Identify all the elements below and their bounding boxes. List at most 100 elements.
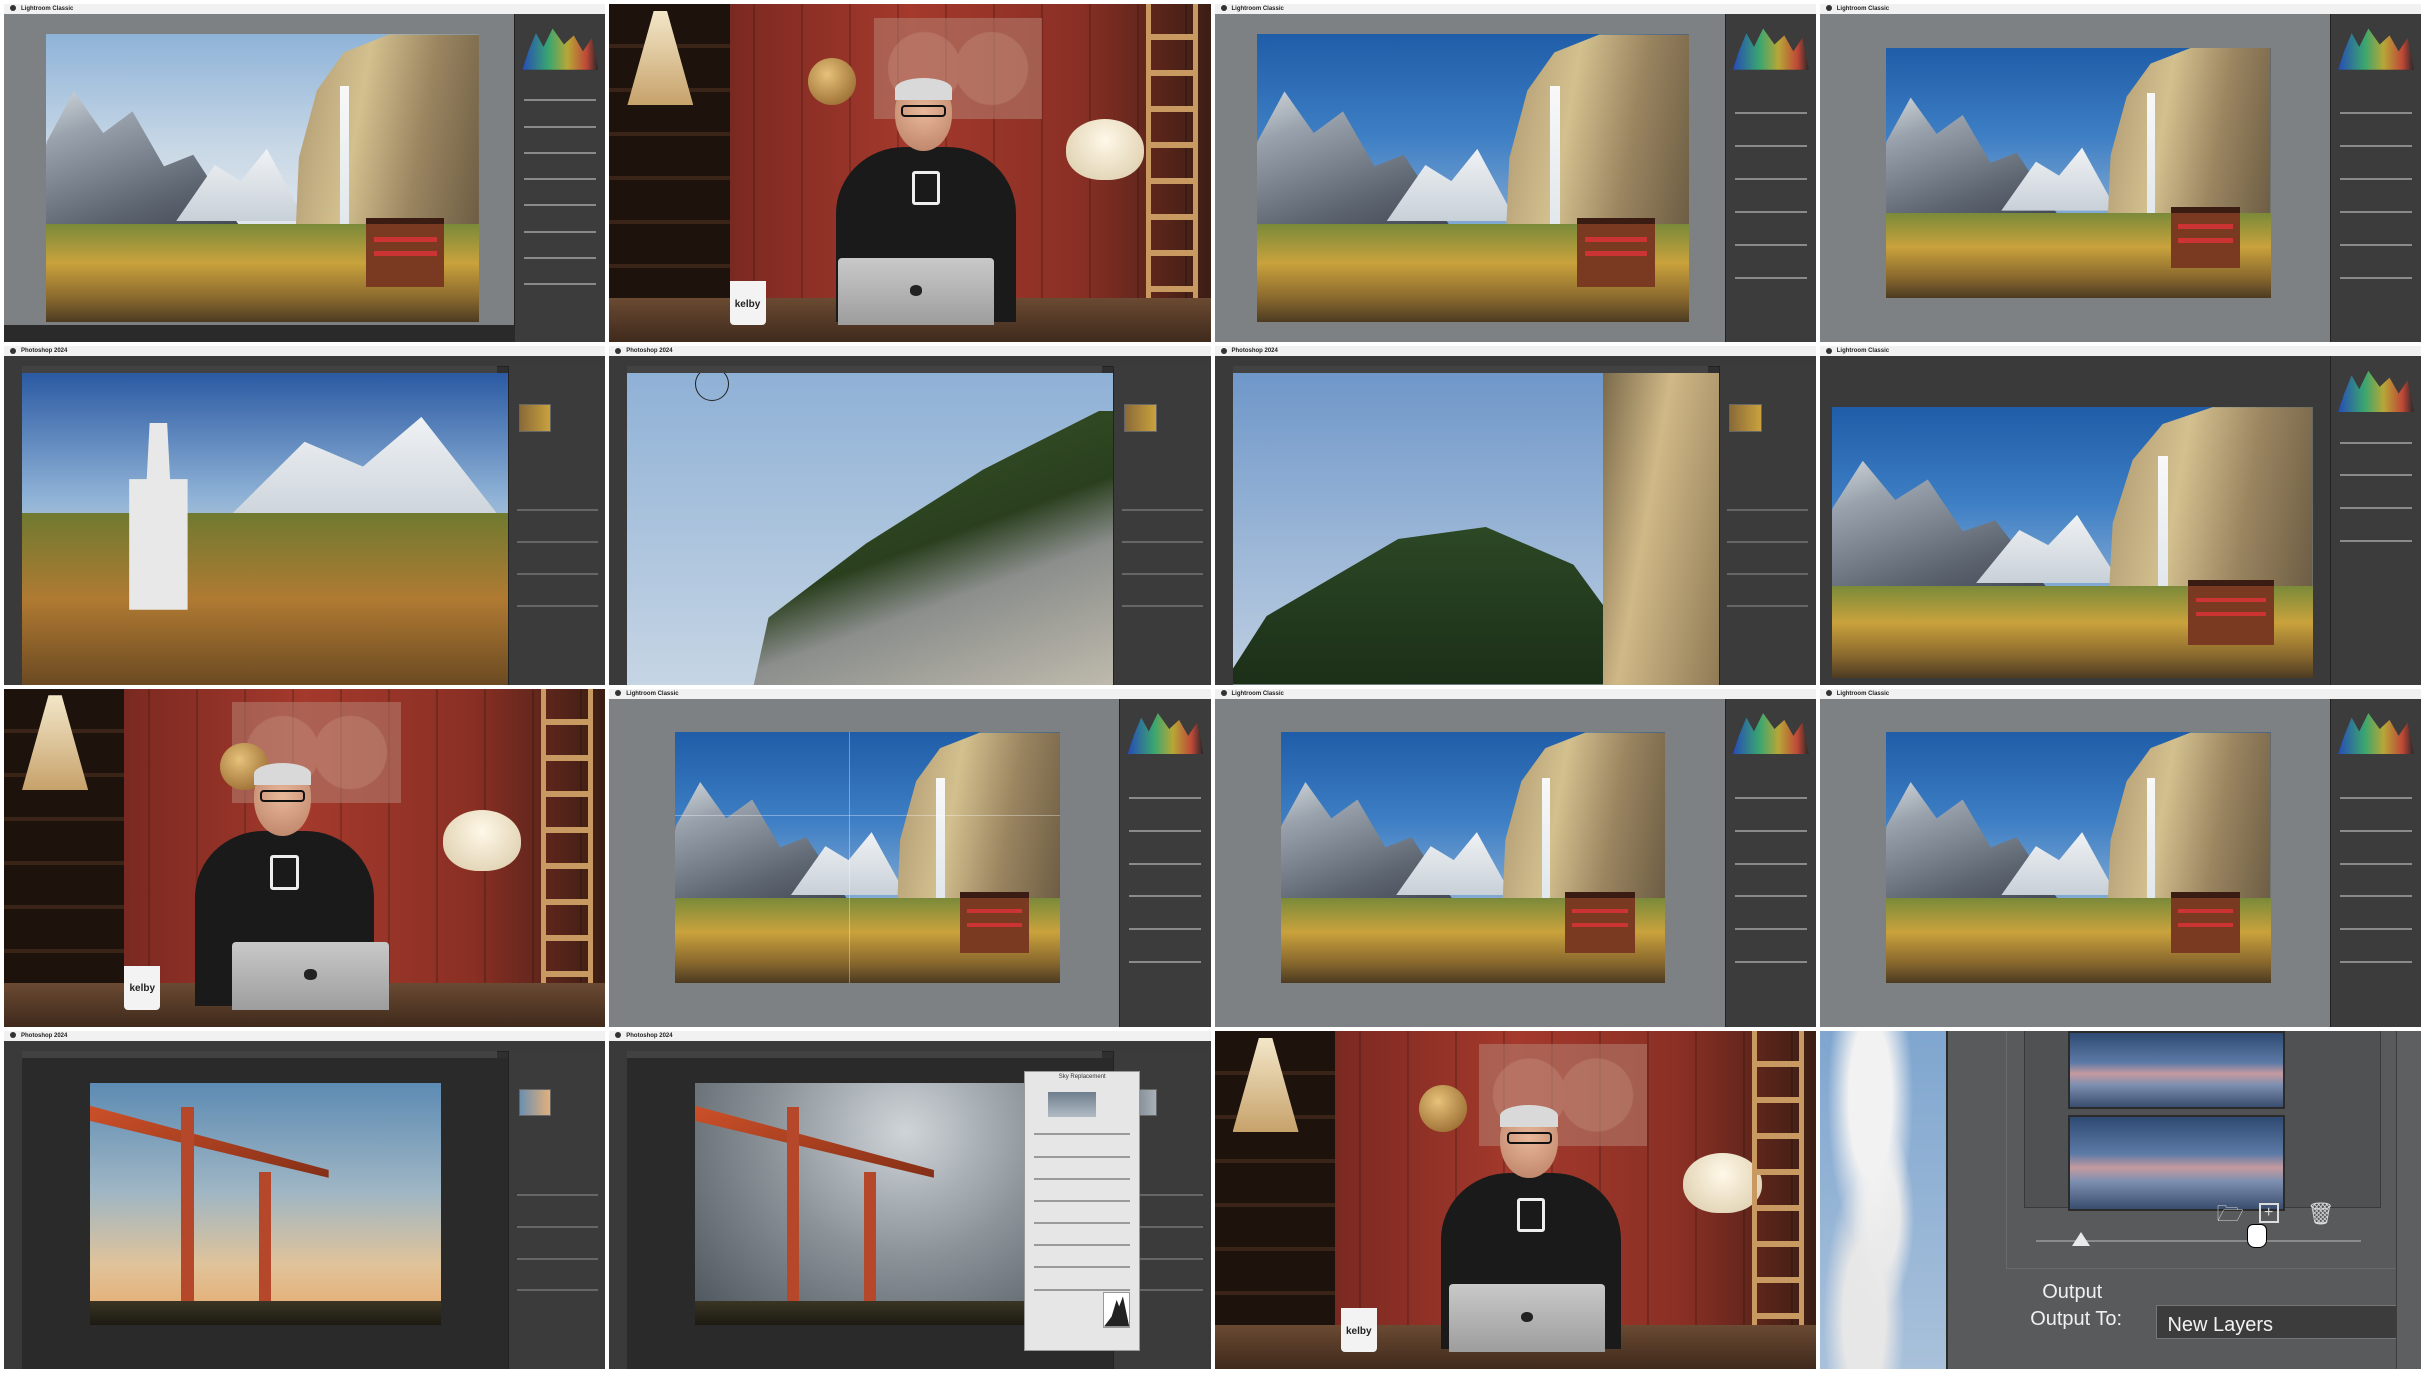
mug-label: kelby: [734, 298, 761, 310]
apple-icon[interactable]: [1825, 689, 1832, 696]
tile-lightroom-develop-3[interactable]: Lightroom Classic: [1819, 4, 2421, 343]
layers-panel[interactable]: [1113, 366, 1211, 685]
develop-panel[interactable]: [2329, 698, 2421, 1027]
canvas[interactable]: [22, 373, 510, 685]
app-name[interactable]: Lightroom Classic: [626, 691, 678, 697]
tile-photoshop-bridge-2[interactable]: Photoshop 2024 Sky Replacement: [609, 1030, 1211, 1369]
video-thumbnail-grid: Lightroom Classic kelby Lightroom Classi…: [0, 0, 2425, 1373]
tools-panel[interactable]: [4, 366, 23, 685]
tile-zoomed-sky-panel[interactable]: 🗁 + 🗑 Output Output To: New Layers: [1819, 1030, 2421, 1369]
mug-label: kelby: [1345, 1325, 1372, 1337]
layers-panel[interactable]: [508, 366, 606, 685]
develop-panel[interactable]: [1119, 698, 1211, 1027]
output-to-select[interactable]: New Layers: [2156, 1304, 2421, 1339]
landscape-photo: [1885, 47, 2271, 299]
app-name[interactable]: Photoshop 2024: [626, 1033, 672, 1039]
tile-lightroom-develop-4[interactable]: Lightroom Classic: [1819, 346, 2421, 685]
apple-icon[interactable]: [1825, 5, 1832, 12]
menu-bar: Photoshop 2024: [609, 346, 1211, 357]
tools-panel[interactable]: [609, 366, 628, 685]
document-tab[interactable]: [1232, 366, 1708, 374]
apple-icon[interactable]: [615, 689, 622, 696]
document-tab[interactable]: [627, 366, 1103, 374]
tile-photoshop-3[interactable]: Photoshop 2024: [1214, 346, 1816, 685]
sky-replacement-dialog[interactable]: Sky Replacement: [1024, 1071, 1141, 1351]
app-name[interactable]: Photoshop 2024: [626, 348, 672, 354]
app-name[interactable]: Lightroom Classic: [1837, 6, 1889, 12]
document-tab[interactable]: [22, 1050, 498, 1058]
develop-panel[interactable]: [514, 14, 606, 343]
develop-panel[interactable]: [2329, 356, 2421, 685]
pointer-cursor: [2246, 1223, 2267, 1248]
tools-panel[interactable]: [1214, 366, 1233, 685]
landscape-photo: [1256, 34, 1690, 322]
tile-photoshop-1[interactable]: Photoshop 2024: [4, 346, 606, 685]
apple-icon[interactable]: [10, 347, 16, 354]
apple-icon[interactable]: [1825, 347, 1832, 354]
menu-bar: Lightroom Classic: [1819, 688, 2421, 699]
tile-photoshop-bridge-1[interactable]: Photoshop 2024: [4, 1030, 606, 1369]
histogram: [1732, 28, 1809, 70]
apple-icon[interactable]: [1220, 689, 1227, 696]
slider-knob[interactable]: [2072, 1232, 2091, 1246]
app-name[interactable]: Lightroom Classic: [1837, 348, 1889, 354]
tile-lightroom-develop-5[interactable]: Lightroom Classic: [609, 688, 1211, 1027]
app-name[interactable]: Photoshop 2024: [1232, 348, 1278, 354]
develop-panel[interactable]: [1724, 698, 1816, 1027]
trash-icon[interactable]: 🗑: [2307, 1203, 2335, 1225]
develop-panel[interactable]: [1724, 14, 1816, 343]
document-tab[interactable]: [22, 366, 498, 374]
app-name[interactable]: Lightroom Classic: [1232, 691, 1284, 697]
sky-preset-thumbnail[interactable]: [1047, 1091, 1096, 1117]
tile-lightroom-develop-2[interactable]: Lightroom Classic: [1214, 4, 1816, 343]
histogram: [1127, 712, 1204, 755]
tile-studio-presenter-1: kelby: [609, 4, 1211, 343]
apple-icon[interactable]: [1220, 347, 1227, 354]
document-tab[interactable]: [627, 1050, 1103, 1058]
menu-bar: Photoshop 2024: [1214, 346, 1816, 357]
histogram: [1732, 712, 1809, 755]
histogram: [2338, 28, 2414, 70]
tile-lightroom-develop-6[interactable]: Lightroom Classic: [1214, 688, 1816, 1027]
apple-icon[interactable]: [615, 1032, 622, 1039]
canvas[interactable]: [627, 373, 1115, 685]
app-name[interactable]: Photoshop 2024: [21, 348, 67, 354]
app-name[interactable]: Lightroom Classic: [1232, 6, 1284, 12]
laptop: [1448, 1284, 1606, 1353]
tile-photoshop-2[interactable]: Photoshop 2024: [609, 346, 1211, 685]
tile-lightroom-develop-7[interactable]: Lightroom Classic: [1819, 688, 2421, 1027]
develop-panel[interactable]: [2329, 14, 2421, 343]
ladder: [1751, 1030, 1804, 1369]
panel-edge: [2395, 1030, 2421, 1369]
apple-icon[interactable]: [1220, 5, 1227, 12]
pith-helmet: [1066, 119, 1145, 180]
canvas[interactable]: [1232, 373, 1720, 685]
apple-icon[interactable]: [615, 347, 622, 354]
ladder: [1146, 4, 1199, 343]
menu-bar: Lightroom Classic: [1214, 4, 1816, 14]
new-sky-icon[interactable]: +: [2258, 1203, 2279, 1224]
app-name[interactable]: Lightroom Classic: [21, 6, 73, 12]
folder-icon[interactable]: 🗁: [2217, 1203, 2244, 1225]
toolbar-strip[interactable]: [4, 325, 516, 343]
output-label: Output: [2042, 1281, 2103, 1304]
menu-bar: Lightroom Classic: [4, 4, 606, 14]
apple-icon[interactable]: [10, 5, 16, 12]
sky-thumbnail[interactable]: [2067, 1030, 2285, 1109]
sky-thumbnail-list[interactable]: [2024, 1030, 2381, 1211]
menu-bar: Lightroom Classic: [1819, 346, 2421, 357]
layers-panel[interactable]: [508, 1050, 606, 1369]
apple-icon[interactable]: [10, 1032, 16, 1039]
app-name[interactable]: Photoshop 2024: [21, 1033, 67, 1039]
kelby-mug: kelby: [124, 965, 161, 1010]
landscape-photo: [675, 732, 1061, 983]
layers-panel[interactable]: [1718, 366, 1816, 685]
tools-panel[interactable]: [609, 1050, 628, 1369]
app-name[interactable]: Lightroom Classic: [1837, 691, 1889, 697]
canvas[interactable]: [22, 1057, 510, 1369]
landscape-photo: [1831, 407, 2313, 678]
laptop: [837, 257, 995, 326]
sky-thumbnail[interactable]: [2067, 1115, 2285, 1211]
tile-lightroom-develop-1[interactable]: Lightroom Classic: [4, 4, 606, 343]
tools-panel[interactable]: [4, 1050, 23, 1369]
